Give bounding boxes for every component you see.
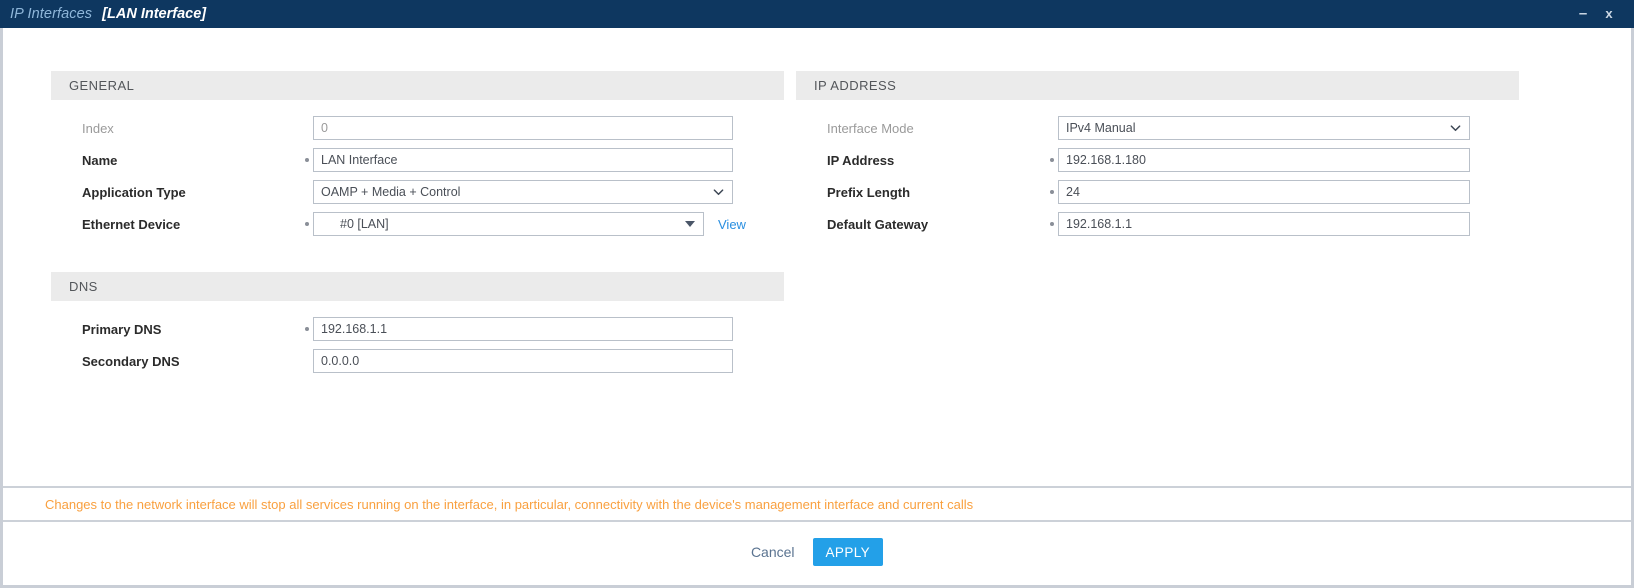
- chevron-down-icon: [713, 187, 724, 198]
- dropdown-arrow-icon[interactable]: [677, 213, 703, 235]
- primary-dns-input[interactable]: 192.168.1.1: [313, 317, 733, 341]
- required-bullet-icon: [305, 158, 309, 162]
- index-control: 0: [313, 116, 733, 140]
- triangle-down-icon: [685, 221, 695, 227]
- name-required-slot: [301, 158, 313, 162]
- ip-address-input[interactable]: 192.168.1.180: [1058, 148, 1470, 172]
- name-control: LAN Interface: [313, 148, 733, 172]
- ip-address-label: IP Address: [827, 152, 895, 168]
- application-type-control: OAMP + Media + Control: [313, 180, 733, 204]
- field-row-index: Index 0: [51, 112, 784, 144]
- dns-section-header: DNS: [51, 272, 784, 301]
- index-input[interactable]: 0: [313, 116, 733, 140]
- field-row-application-type: Application Type OAMP + Media + Control: [51, 176, 784, 208]
- prefix-length-required-slot: [1046, 190, 1058, 194]
- default-gateway-label: Default Gateway: [827, 216, 929, 232]
- index-label: Index: [82, 120, 114, 136]
- close-icon[interactable]: x: [1598, 0, 1620, 28]
- required-bullet-icon: [305, 222, 309, 226]
- primary-dns-control: 192.168.1.1: [313, 317, 733, 341]
- primary-dns-required-slot: [301, 327, 313, 331]
- required-bullet-icon: [305, 327, 309, 331]
- name-label: Name: [82, 152, 118, 168]
- prefix-length-input[interactable]: 24: [1058, 180, 1470, 204]
- ethernet-device-view-link[interactable]: View: [718, 217, 746, 232]
- minimize-icon[interactable]: –: [1572, 0, 1594, 28]
- field-row-ethernet-device: Ethernet Device #0 [LAN] View: [51, 208, 784, 240]
- window-titlebar: IP Interfaces [LAN Interface] – x: [0, 0, 1634, 28]
- secondary-dns-label: Secondary DNS: [82, 353, 180, 369]
- prefix-length-control: 24: [1058, 180, 1470, 204]
- left-column: GENERAL Index 0 Name LAN Interface Appli…: [51, 71, 784, 377]
- field-row-secondary-dns: Secondary DNS 0.0.0.0: [51, 345, 784, 377]
- field-row-ip-address: IP Address 192.168.1.180: [796, 144, 1519, 176]
- ip-address-required-slot: [1046, 158, 1058, 162]
- interface-mode-control: IPv4 Manual: [1058, 116, 1470, 140]
- application-type-value: OAMP + Media + Control: [321, 185, 461, 199]
- warning-message: Changes to the network interface will st…: [45, 496, 974, 512]
- cancel-button[interactable]: Cancel: [751, 544, 795, 560]
- page-title: IP Interfaces: [10, 6, 93, 22]
- ip-address-control: 192.168.1.180: [1058, 148, 1470, 172]
- default-gateway-required-slot: [1046, 222, 1058, 226]
- dns-section-body: Primary DNS 192.168.1.1 Secondary DNS 0.…: [51, 301, 784, 377]
- ethernet-device-value: #0 [LAN]: [340, 217, 389, 231]
- application-type-select[interactable]: OAMP + Media + Control: [313, 180, 733, 204]
- right-column: IP ADDRESS Interface Mode IPv4 Manual IP…: [796, 71, 1519, 240]
- interface-mode-label: Interface Mode: [827, 120, 914, 136]
- default-gateway-input[interactable]: 192.168.1.1: [1058, 212, 1470, 236]
- ip-address-section-header: IP ADDRESS: [796, 71, 1519, 100]
- secondary-dns-input[interactable]: 0.0.0.0: [313, 349, 733, 373]
- application-type-label: Application Type: [82, 184, 186, 200]
- field-row-default-gateway: Default Gateway 192.168.1.1: [796, 208, 1519, 240]
- dialog-footer: Cancel APPLY: [3, 522, 1631, 582]
- ip-address-section: IP ADDRESS Interface Mode IPv4 Manual IP…: [796, 71, 1519, 240]
- chevron-down-icon: [1450, 123, 1461, 134]
- ethernet-device-label: Ethernet Device: [82, 216, 181, 232]
- general-section: GENERAL Index 0 Name LAN Interface Appli…: [51, 71, 784, 240]
- secondary-dns-control: 0.0.0.0: [313, 349, 733, 373]
- field-row-name: Name LAN Interface: [51, 144, 784, 176]
- ethernet-device-required-slot: [301, 222, 313, 226]
- ip-interfaces-dialog: IP Interfaces [LAN Interface] – x GENERA…: [0, 0, 1634, 588]
- general-section-header: GENERAL: [51, 71, 784, 100]
- name-input[interactable]: LAN Interface: [313, 148, 733, 172]
- field-row-interface-mode: Interface Mode IPv4 Manual: [796, 112, 1519, 144]
- ethernet-device-control: #0 [LAN] View: [313, 212, 746, 236]
- field-row-prefix-length: Prefix Length 24: [796, 176, 1519, 208]
- interface-mode-select[interactable]: IPv4 Manual: [1058, 116, 1470, 140]
- general-section-body: Index 0 Name LAN Interface Application T…: [51, 100, 784, 240]
- dns-section: DNS Primary DNS 192.168.1.1 Secondary DN…: [51, 272, 784, 377]
- ethernet-device-combo[interactable]: #0 [LAN]: [313, 212, 704, 236]
- required-bullet-icon: [1050, 158, 1054, 162]
- warning-bar: Changes to the network interface will st…: [3, 486, 1631, 522]
- field-row-primary-dns: Primary DNS 192.168.1.1: [51, 313, 784, 345]
- default-gateway-control: 192.168.1.1: [1058, 212, 1470, 236]
- interface-mode-value: IPv4 Manual: [1066, 121, 1136, 135]
- page-subtitle: [LAN Interface]: [102, 6, 207, 22]
- required-bullet-icon: [1050, 190, 1054, 194]
- primary-dns-label: Primary DNS: [82, 321, 162, 337]
- ip-address-section-body: Interface Mode IPv4 Manual IP Address 19…: [796, 100, 1519, 240]
- required-bullet-icon: [1050, 222, 1054, 226]
- prefix-length-label: Prefix Length: [827, 184, 911, 200]
- apply-button[interactable]: APPLY: [812, 538, 884, 566]
